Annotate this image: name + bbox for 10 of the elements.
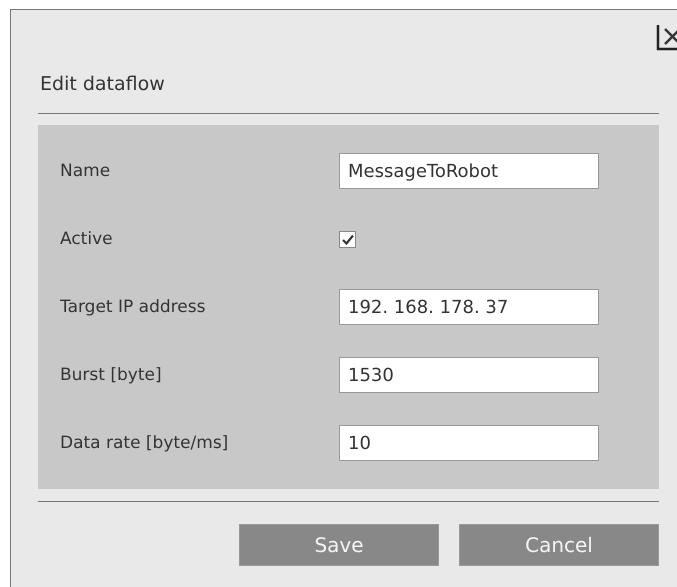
text-field[interactable]: 1530	[339, 357, 599, 393]
field-label: Data rate [byte/ms]	[59, 433, 230, 453]
field-label: Active	[59, 229, 114, 249]
text-field[interactable]: 192. 168. 178. 37	[339, 289, 599, 325]
field-label: Burst [byte]	[59, 365, 163, 385]
text-field[interactable]: 10	[339, 425, 599, 461]
field-label: Name	[59, 161, 112, 181]
field-label: Target IP address	[59, 297, 206, 317]
dialog-title: Edit dataflow	[40, 73, 166, 97]
text-field[interactable]: MessageToRobot	[339, 153, 599, 189]
